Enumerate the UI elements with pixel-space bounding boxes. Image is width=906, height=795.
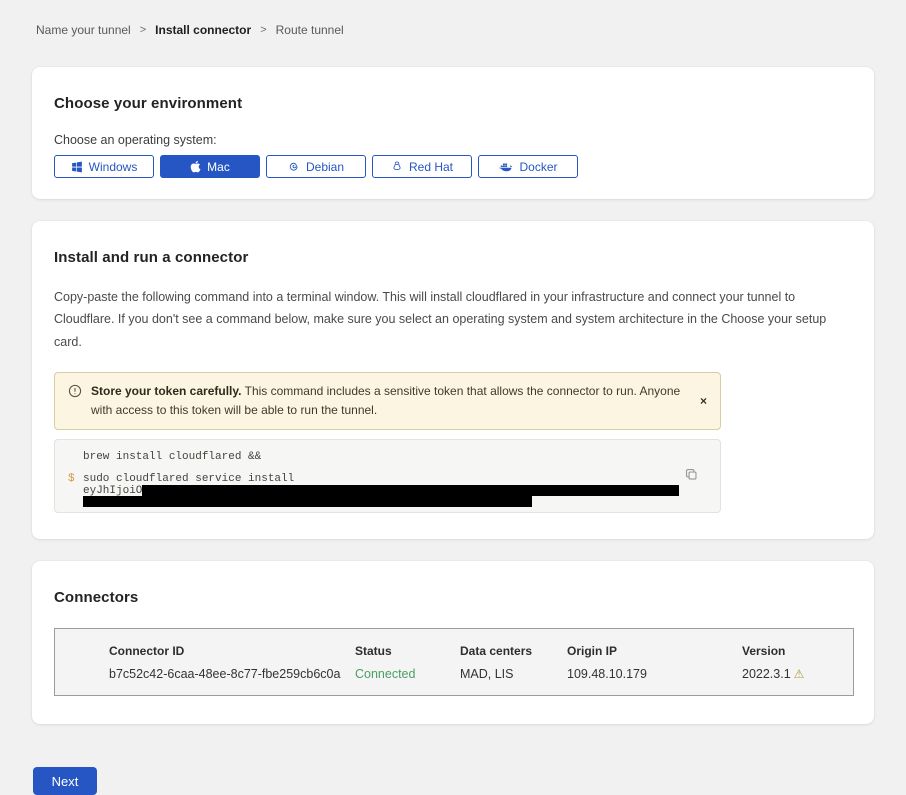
connectors-table: Connector ID Status Data centers Origin … [54, 628, 854, 696]
os-button-label: Debian [306, 160, 344, 174]
os-button-label: Red Hat [409, 160, 453, 174]
redacted-token-bar [142, 485, 679, 496]
os-select-label: Choose an operating system: [54, 133, 852, 147]
version-value: 2022.3.1⚠ [742, 667, 853, 681]
column-header-data-centers: Data centers [460, 644, 567, 658]
install-command-block: $ brew install cloudflared && sudo cloud… [54, 439, 721, 513]
os-button-group: Windows Mac Debian Red Hat [54, 155, 852, 178]
alert-circle-icon [68, 384, 82, 420]
status-badge: Connected [355, 667, 460, 681]
os-button-label: Docker [519, 160, 557, 174]
os-button-redhat[interactable]: Red Hat [372, 155, 472, 178]
breadcrumb-install-connector[interactable]: Install connector [155, 23, 251, 37]
os-button-debian[interactable]: Debian [266, 155, 366, 178]
copy-icon[interactable] [685, 468, 698, 485]
column-header-version: Version [742, 644, 853, 658]
column-header-origin-ip: Origin IP [567, 644, 742, 658]
install-connector-card: Install and run a connector Copy-paste t… [32, 221, 874, 539]
docker-icon [498, 161, 513, 173]
token-line: eyJhIjoiO [83, 485, 680, 496]
apple-icon [190, 160, 201, 173]
install-card-title: Install and run a connector [54, 249, 852, 266]
shell-prompt: $ [68, 473, 75, 485]
os-button-label: Mac [207, 160, 230, 174]
token-warning-banner: Store your token carefully. This command… [54, 372, 721, 430]
data-centers-value: MAD, LIS [460, 667, 567, 681]
os-button-docker[interactable]: Docker [478, 155, 578, 178]
breadcrumb-route-tunnel[interactable]: Route tunnel [276, 23, 344, 37]
breadcrumb-separator: > [260, 24, 266, 36]
token-prefix: eyJhIjoiO [83, 485, 142, 497]
redacted-token-bar [83, 496, 532, 507]
windows-icon [71, 161, 83, 173]
origin-ip-value: 109.48.10.179 [567, 667, 742, 681]
column-header-status: Status [355, 644, 460, 658]
connectors-card-title: Connectors [54, 589, 852, 606]
debian-icon [288, 161, 300, 173]
os-button-windows[interactable]: Windows [54, 155, 154, 178]
command-line-1: brew install cloudflared && [83, 451, 680, 463]
token-warning-text: Store your token carefully. This command… [91, 382, 684, 420]
connector-id-value: b7c52c42-6caa-48ee-8c77-fbe259cb6c0a [109, 667, 355, 681]
breadcrumb-name-your-tunnel[interactable]: Name your tunnel [36, 23, 131, 37]
version-warning-icon: ⚠ [794, 667, 805, 681]
breadcrumb-separator: > [140, 24, 146, 36]
environment-card: Choose your environment Choose an operat… [32, 67, 874, 199]
os-button-mac[interactable]: Mac [160, 155, 260, 178]
page-content: Choose your environment Choose an operat… [32, 67, 874, 724]
environment-card-title: Choose your environment [54, 95, 852, 112]
column-header-connector-id: Connector ID [109, 644, 355, 658]
command-line-2: sudo cloudflared service install [83, 473, 680, 485]
connectors-card: Connectors Connector ID Status Data cent… [32, 561, 874, 724]
token-warning-title: Store your token carefully. [91, 384, 242, 398]
close-icon[interactable]: × [700, 395, 707, 407]
os-button-label: Windows [89, 160, 138, 174]
next-button[interactable]: Next [33, 767, 97, 795]
breadcrumb: Name your tunnel > Install connector > R… [0, 0, 906, 37]
redhat-icon [391, 160, 403, 173]
version-number: 2022.3.1 [742, 667, 791, 681]
install-card-description: Copy-paste the following command into a … [54, 286, 852, 353]
